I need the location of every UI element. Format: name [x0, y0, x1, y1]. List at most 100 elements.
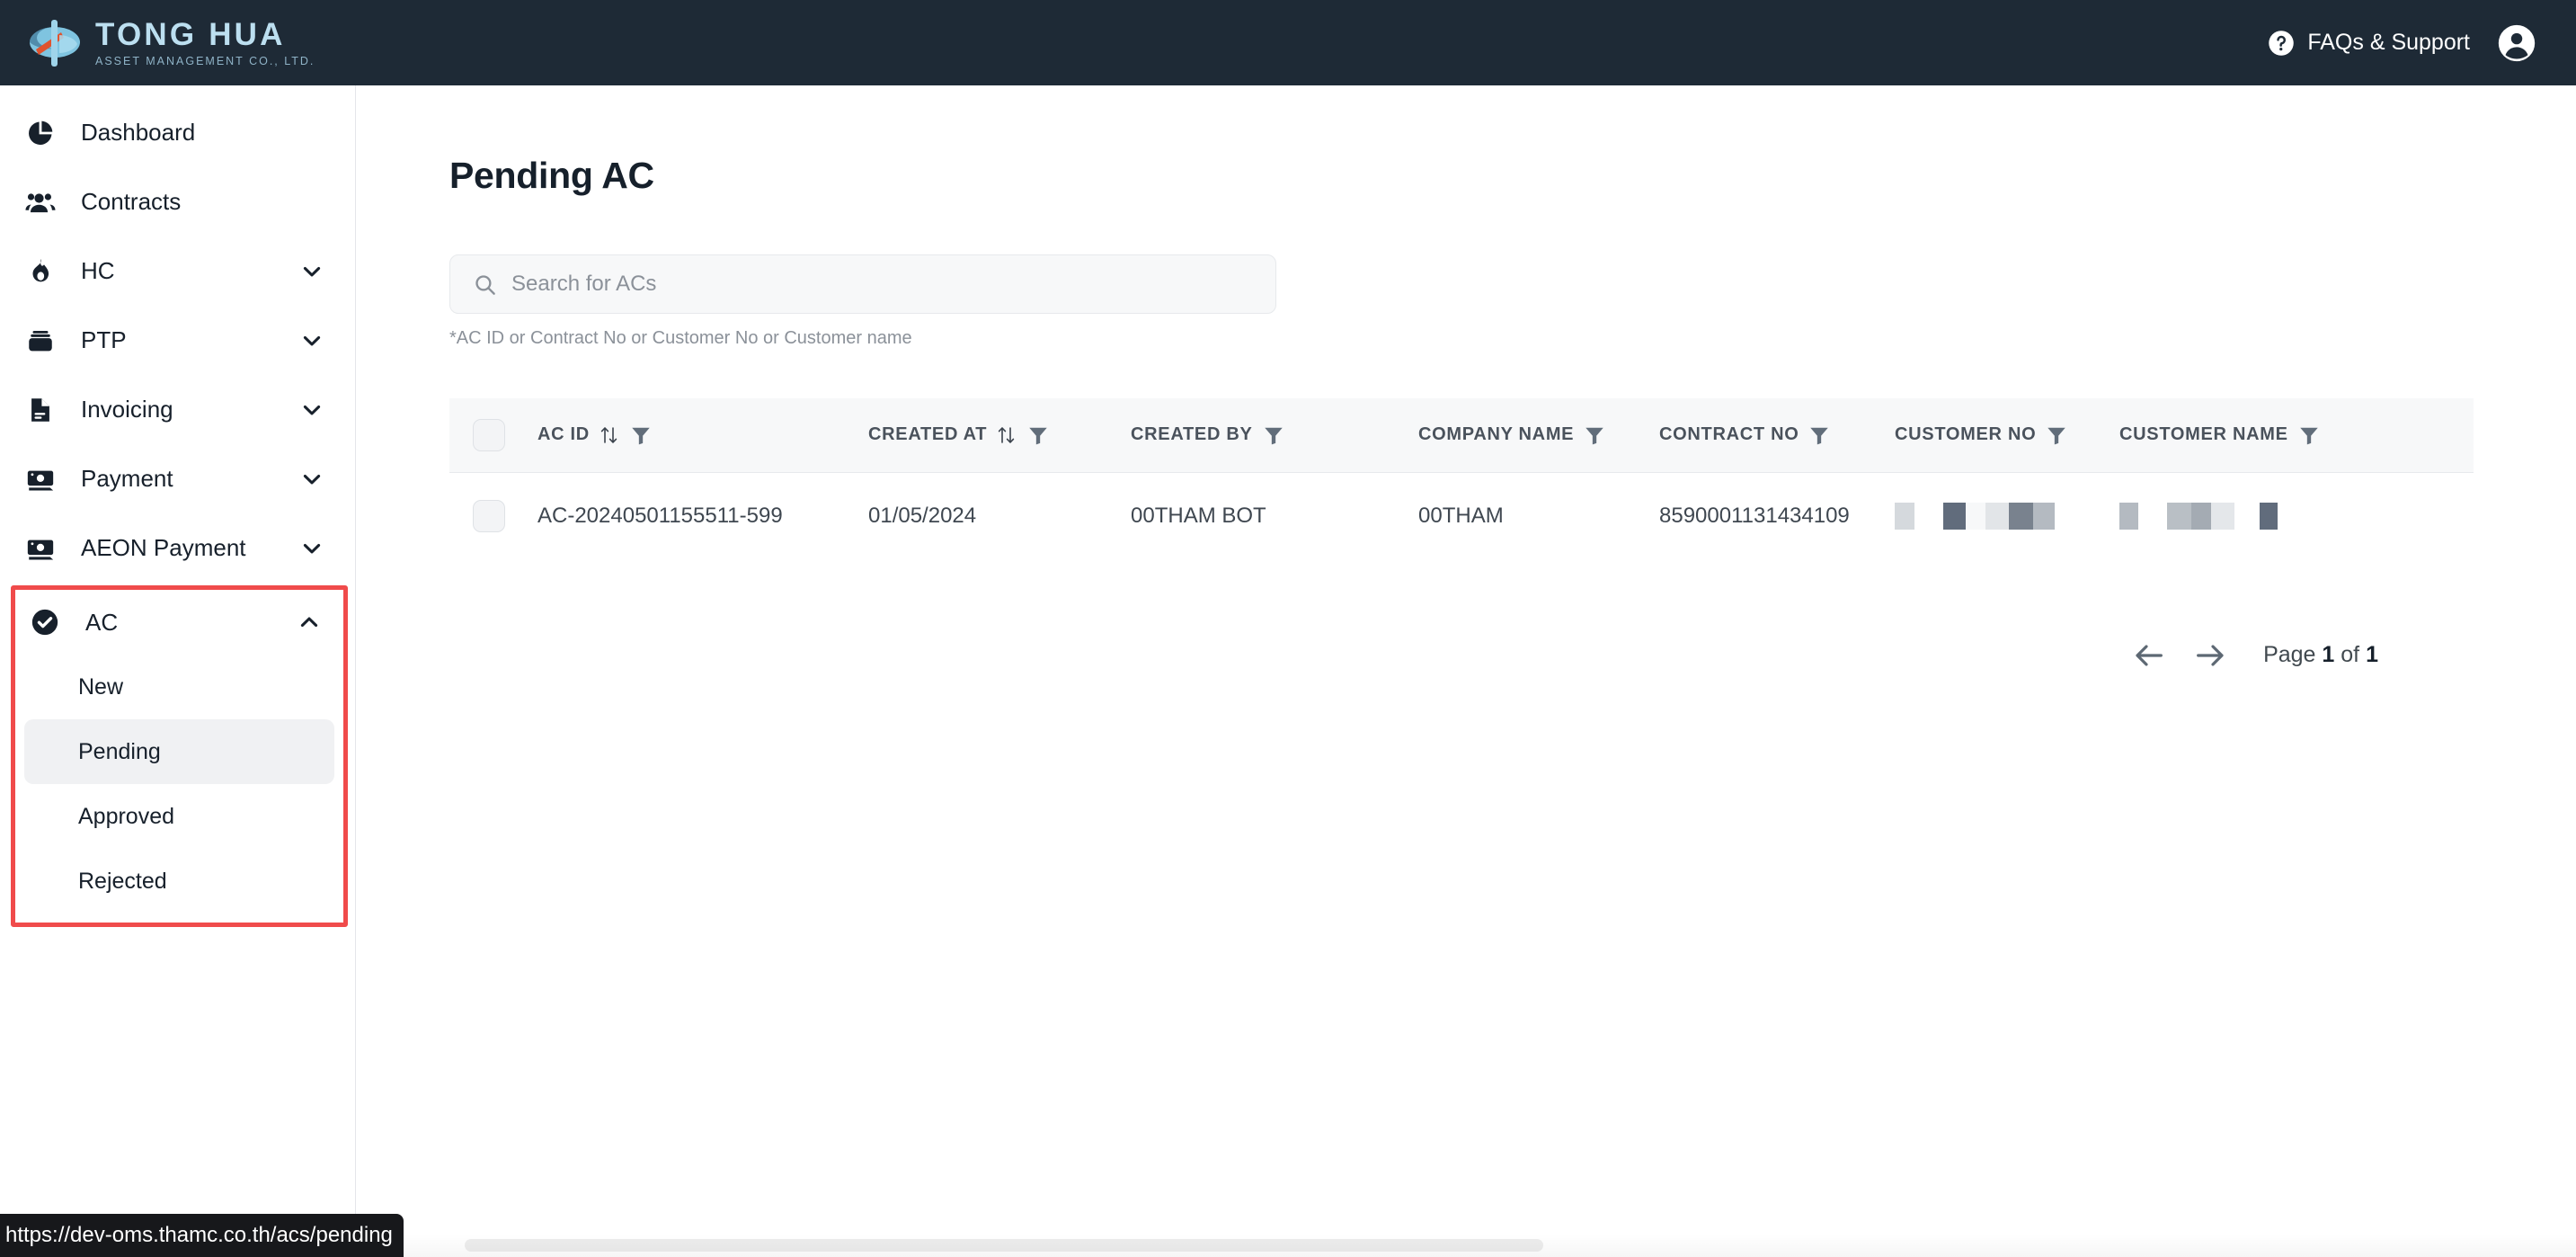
- redacted-value: [1895, 503, 2119, 530]
- arrow-left-icon[interactable]: [2130, 637, 2168, 674]
- sidebar-item-ptp[interactable]: PTP: [0, 306, 355, 375]
- cell-company-name: 00THAM: [1418, 504, 1504, 528]
- sidebar-item-ac-rejected[interactable]: Rejected: [24, 849, 334, 914]
- top-header-bar: TONG HUA ASSET MANAGEMENT CO., LTD. FAQs…: [0, 0, 2576, 85]
- flame-icon: [23, 254, 58, 289]
- sort-icon[interactable]: [599, 423, 620, 447]
- sidebar-subitem-label: Rejected: [78, 868, 167, 894]
- faqs-support-link[interactable]: FAQs & Support: [2268, 30, 2470, 57]
- page-title: Pending AC: [449, 155, 654, 196]
- column-label: AC ID: [537, 424, 590, 445]
- chevron-down-icon[interactable]: [299, 536, 324, 561]
- user-account-button[interactable]: [2497, 23, 2536, 63]
- ac-table-container: AC ID CREATED AT CREATED BY COMPANY NAME…: [449, 398, 2474, 674]
- sidebar-item-hc[interactable]: HC: [0, 236, 355, 306]
- chevron-down-icon[interactable]: [299, 328, 324, 353]
- pagination-controls: Page 1 of 1: [449, 637, 2378, 674]
- sidebar-group-ac-highlighted: AC New Pending Approved Rejected: [11, 585, 348, 927]
- search-section: *AC ID or Contract No or Customer No or …: [449, 254, 1276, 349]
- sort-icon[interactable]: [996, 423, 1017, 447]
- search-box[interactable]: [449, 254, 1276, 314]
- tong-hua-logo-icon: [27, 17, 83, 69]
- row-select-cell: [449, 472, 537, 560]
- pie-chart-icon: [23, 116, 58, 150]
- search-hint-text: *AC ID or Contract No or Customer No or …: [449, 328, 912, 348]
- brand-logo[interactable]: TONG HUA ASSET MANAGEMENT CO., LTD.: [27, 17, 315, 69]
- sidebar-item-ac-approved[interactable]: Approved: [24, 784, 334, 849]
- filter-icon[interactable]: [1583, 423, 1606, 447]
- table-header-row: AC ID CREATED AT CREATED BY COMPANY NAME…: [449, 398, 2474, 473]
- filter-icon[interactable]: [1262, 423, 1285, 447]
- column-label: CREATED BY: [1131, 424, 1253, 445]
- filter-icon[interactable]: [2045, 423, 2068, 447]
- sidebar-item-contracts[interactable]: Contracts: [0, 167, 355, 236]
- sidebar-item-label: Invoicing: [81, 396, 173, 423]
- banknote-icon: [23, 462, 58, 496]
- pagination-total-pages: 1: [2366, 642, 2378, 667]
- cell-ac-id: AC-20240501155511-599: [537, 504, 783, 528]
- table-row[interactable]: AC-20240501155511-599 01/05/2024 00THAM …: [449, 472, 2474, 560]
- sidebar-item-ac-new[interactable]: New: [24, 655, 334, 719]
- sidebar-item-payment[interactable]: Payment: [0, 444, 355, 513]
- sidebar-item-label: HC: [81, 257, 115, 284]
- chevron-down-icon[interactable]: [299, 467, 324, 492]
- header-actions: FAQs & Support: [2268, 23, 2536, 63]
- sidebar-item-label: AC: [85, 608, 119, 636]
- cell-customer-no: [1895, 472, 2119, 560]
- redacted-value: [2119, 503, 2474, 530]
- column-header-customer-no[interactable]: CUSTOMER NO: [1895, 398, 2119, 473]
- column-label: CREATED AT: [868, 424, 988, 445]
- banknote-icon: [23, 531, 58, 566]
- cell-created-at: 01/05/2024: [868, 504, 977, 528]
- column-header-created-at[interactable]: CREATED AT: [868, 398, 1131, 473]
- sidebar-item-dashboard[interactable]: Dashboard: [0, 98, 355, 167]
- sidebar-item-label: Contracts: [81, 188, 182, 215]
- column-header-ac-id[interactable]: AC ID: [537, 398, 868, 473]
- user-avatar-icon: [2497, 23, 2536, 63]
- pagination-current-page: 1: [2322, 642, 2335, 667]
- horizontal-scrollbar[interactable]: [357, 1234, 2576, 1257]
- column-label: CONTRACT NO: [1659, 424, 1799, 445]
- brand-text: TONG HUA ASSET MANAGEMENT CO., LTD.: [95, 19, 315, 67]
- brand-subtitle: ASSET MANAGEMENT CO., LTD.: [95, 54, 315, 67]
- chevron-up-icon[interactable]: [297, 610, 322, 635]
- sidebar-item-ac-pending[interactable]: Pending: [24, 719, 334, 784]
- pagination-label: Page 1 of 1: [2263, 642, 2378, 668]
- pagination-prefix: Page: [2263, 642, 2316, 667]
- column-header-customer-name[interactable]: CUSTOMER NAME: [2119, 398, 2474, 473]
- wallet-icon: [23, 324, 58, 358]
- filter-icon[interactable]: [1808, 423, 1831, 447]
- faqs-support-label: FAQs & Support: [2307, 30, 2470, 55]
- sidebar-item-invoicing[interactable]: Invoicing: [0, 375, 355, 444]
- select-all-header: [449, 398, 537, 473]
- column-header-created-by[interactable]: CREATED BY: [1131, 398, 1418, 473]
- ac-table: AC ID CREATED AT CREATED BY COMPANY NAME…: [449, 398, 2474, 561]
- app-root: TONG HUA ASSET MANAGEMENT CO., LTD. FAQs…: [0, 0, 2576, 1257]
- table-body: AC-20240501155511-599 01/05/2024 00THAM …: [449, 472, 2474, 560]
- row-checkbox[interactable]: [473, 500, 505, 532]
- sidebar-subitem-label: Pending: [78, 738, 161, 764]
- filter-icon[interactable]: [629, 423, 653, 447]
- column-header-company-name[interactable]: COMPANY NAME: [1418, 398, 1659, 473]
- select-all-checkbox[interactable]: [473, 418, 505, 451]
- chevron-down-icon[interactable]: [299, 397, 324, 423]
- pagination-middle: of: [2341, 642, 2360, 667]
- sidebar-item-label: Dashboard: [81, 119, 196, 146]
- search-input[interactable]: [511, 272, 1275, 297]
- sidebar-item-ac[interactable]: AC: [15, 590, 343, 655]
- sidebar-navigation: Dashboard Contracts HC PTP Invoicing Pay…: [0, 85, 356, 1257]
- sidebar-subitem-label: New: [78, 673, 124, 700]
- filter-icon[interactable]: [2297, 423, 2321, 447]
- cell-customer-name: [2119, 472, 2474, 560]
- arrow-right-icon[interactable]: [2191, 637, 2229, 674]
- column-header-contract-no[interactable]: CONTRACT NO: [1659, 398, 1895, 473]
- sidebar-subitem-label: Approved: [78, 803, 175, 829]
- table-header: AC ID CREATED AT CREATED BY COMPANY NAME…: [449, 398, 2474, 473]
- document-icon: [23, 393, 58, 427]
- column-label: CUSTOMER NAME: [2119, 424, 2288, 445]
- sidebar-item-aeon-payment[interactable]: AEON Payment: [0, 513, 355, 583]
- chevron-down-icon[interactable]: [299, 259, 324, 284]
- help-circle-icon: [2268, 30, 2295, 57]
- filter-icon[interactable]: [1026, 423, 1050, 447]
- scrollbar-thumb[interactable]: [465, 1239, 1543, 1252]
